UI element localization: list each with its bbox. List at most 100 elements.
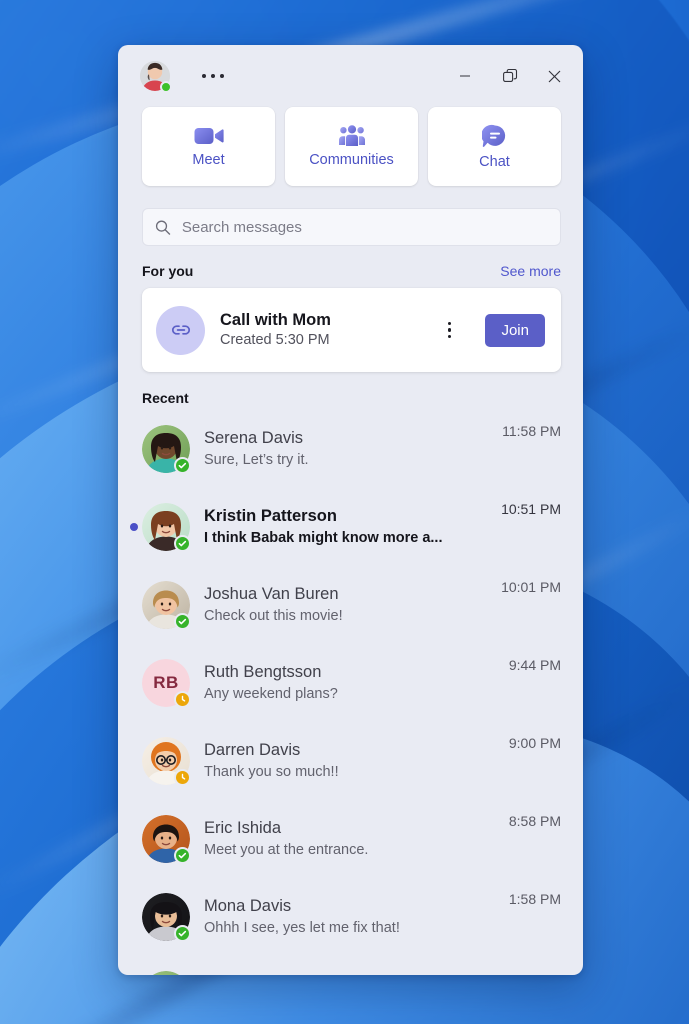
chat-row[interactable]: Serena Davis Sure, Let’s try it. 11:58 PM xyxy=(142,410,561,488)
link-icon xyxy=(171,325,190,335)
chat-bubble-icon xyxy=(481,124,505,147)
contact-name: Kristin Patterson xyxy=(204,507,337,526)
message-time: 1:58 PM xyxy=(508,891,561,907)
teams-chat-window: Meet Communities Chat Search messages Fo… xyxy=(118,45,583,975)
restore-button[interactable] xyxy=(487,59,532,93)
chat-row-texts: Kristin Patterson I think Babak might kno… xyxy=(204,506,487,548)
desktop-wallpaper: Meet Communities Chat Search messages Fo… xyxy=(0,0,689,1024)
title-bar xyxy=(118,45,583,107)
more-options-button[interactable] xyxy=(196,66,230,86)
message-preview: Meet you at the entrance. xyxy=(204,841,369,858)
join-button[interactable]: Join xyxy=(485,313,545,347)
minimize-button[interactable] xyxy=(442,59,487,93)
kebab-dot-3 xyxy=(447,334,452,339)
chat-row[interactable]: Mona Davis Ohhh I see, yes let me fix tha… xyxy=(142,878,561,956)
contact-avatar xyxy=(142,737,191,786)
contact-avatar xyxy=(142,815,191,864)
message-time: 11:58 PM xyxy=(502,423,561,439)
chat-label: Chat xyxy=(479,153,510,170)
contact-presence-badge xyxy=(174,613,191,630)
chat-row[interactable]: Eric Ishida Meet you at the entrance. 8:58… xyxy=(142,800,561,878)
chat-row[interactable]: Darren Davis Thank you so much!! 9:00 PM xyxy=(142,722,561,800)
search-box[interactable] xyxy=(142,208,561,246)
chat-row-partial[interactable] xyxy=(142,956,561,975)
chat-row-texts: Eric Ishida Meet you at the entrance. xyxy=(204,818,495,860)
chat-row-texts: Mona Davis Ohhh I see, yes let me fix tha… xyxy=(204,896,495,938)
available-check-icon xyxy=(178,852,187,859)
message-preview: Sure, Let’s try it. xyxy=(204,451,309,468)
meeting-card[interactable]: Call with Mom Created 5:30 PM Join xyxy=(142,288,561,372)
for-you-title: For you xyxy=(142,263,194,279)
contact-avatar xyxy=(142,503,191,552)
available-check-icon xyxy=(178,618,187,625)
chat-row[interactable]: Joshua Van Buren Check out this movie! 10:… xyxy=(142,566,561,644)
message-preview: Ohhh I see, yes let me fix that! xyxy=(204,919,400,936)
contact-name: Joshua Van Buren xyxy=(204,585,339,604)
contact-presence-badge xyxy=(174,847,191,864)
contact-name: Ruth Bengtsson xyxy=(204,663,322,682)
contact-presence-badge xyxy=(174,457,191,474)
message-preview: Any weekend plans? xyxy=(204,685,338,702)
message-time: 10:51 PM xyxy=(501,501,561,517)
contact-avatar: RB xyxy=(142,659,191,708)
meet-button[interactable]: Meet xyxy=(142,107,275,186)
available-check-icon xyxy=(178,462,187,469)
contact-presence-badge xyxy=(174,769,191,786)
communities-label: Communities xyxy=(309,152,394,169)
chat-row[interactable]: Kristin Patterson I think Babak might kno… xyxy=(130,488,561,566)
chat-row-texts: Joshua Van Buren Check out this movie! xyxy=(204,584,487,626)
contact-photo xyxy=(142,971,190,975)
meet-label: Meet xyxy=(192,152,225,169)
away-clock-icon xyxy=(181,695,186,702)
more-dot-1 xyxy=(202,74,206,78)
contact-name: Eric Ishida xyxy=(204,819,282,838)
quick-actions: Meet Communities Chat xyxy=(118,107,583,186)
message-preview: Check out this movie! xyxy=(204,607,343,624)
message-time: 9:00 PM xyxy=(508,735,561,751)
recent-chat-list[interactable]: Serena Davis Sure, Let’s try it. 11:58 PM K… xyxy=(118,410,583,975)
communities-button[interactable]: Communities xyxy=(285,107,418,186)
meeting-card-texts: Call with Mom Created 5:30 PM xyxy=(220,310,423,351)
contact-name: Mona Davis xyxy=(204,897,292,916)
contact-avatar xyxy=(142,971,190,975)
recent-title: Recent xyxy=(142,390,189,406)
close-icon xyxy=(548,70,561,82)
search-input[interactable] xyxy=(181,218,548,236)
search-section xyxy=(118,186,583,246)
meeting-subtitle: Created 5:30 PM xyxy=(220,331,330,348)
see-more-link[interactable]: See more xyxy=(500,263,561,279)
for-you-section: Call with Mom Created 5:30 PM Join xyxy=(118,288,583,372)
message-preview: Thank you so much!! xyxy=(204,763,339,780)
chat-button[interactable]: Chat xyxy=(428,107,561,186)
restore-icon xyxy=(502,68,517,82)
away-clock-icon xyxy=(181,773,186,780)
unread-indicator xyxy=(130,523,138,531)
chat-row-texts: Darren Davis Thank you so much!! xyxy=(204,740,495,782)
close-button[interactable] xyxy=(532,59,577,93)
contact-presence-badge xyxy=(174,535,191,552)
more-dot-2 xyxy=(211,74,215,78)
window-controls xyxy=(442,59,577,93)
contact-avatar-image xyxy=(142,971,190,975)
contact-avatar xyxy=(142,581,191,630)
meeting-title: Call with Mom xyxy=(220,310,331,329)
contact-avatar xyxy=(142,893,191,942)
contact-avatar xyxy=(142,425,191,474)
contact-presence-badge xyxy=(174,691,191,708)
contact-presence-badge xyxy=(174,925,191,942)
message-time: 9:44 PM xyxy=(508,657,561,673)
for-you-header: For you See more xyxy=(118,246,583,288)
contact-name: Serena Davis xyxy=(204,429,304,448)
chat-row-texts: Serena Davis Sure, Let’s try it. xyxy=(204,428,488,470)
available-check-icon xyxy=(178,930,187,937)
user-avatar[interactable] xyxy=(140,61,172,93)
available-check-icon xyxy=(178,540,187,547)
people-group-icon xyxy=(338,125,365,147)
kebab-dot-2 xyxy=(447,328,452,332)
search-icon xyxy=(155,220,171,235)
meeting-link-avatar xyxy=(156,305,205,355)
more-dot-3 xyxy=(220,74,224,78)
chat-row[interactable]: RB Ruth Bengtsson Any weekend plans? 9:44 P… xyxy=(142,644,561,722)
meeting-more-button[interactable] xyxy=(438,313,460,347)
message-time: 10:01 PM xyxy=(501,579,561,595)
